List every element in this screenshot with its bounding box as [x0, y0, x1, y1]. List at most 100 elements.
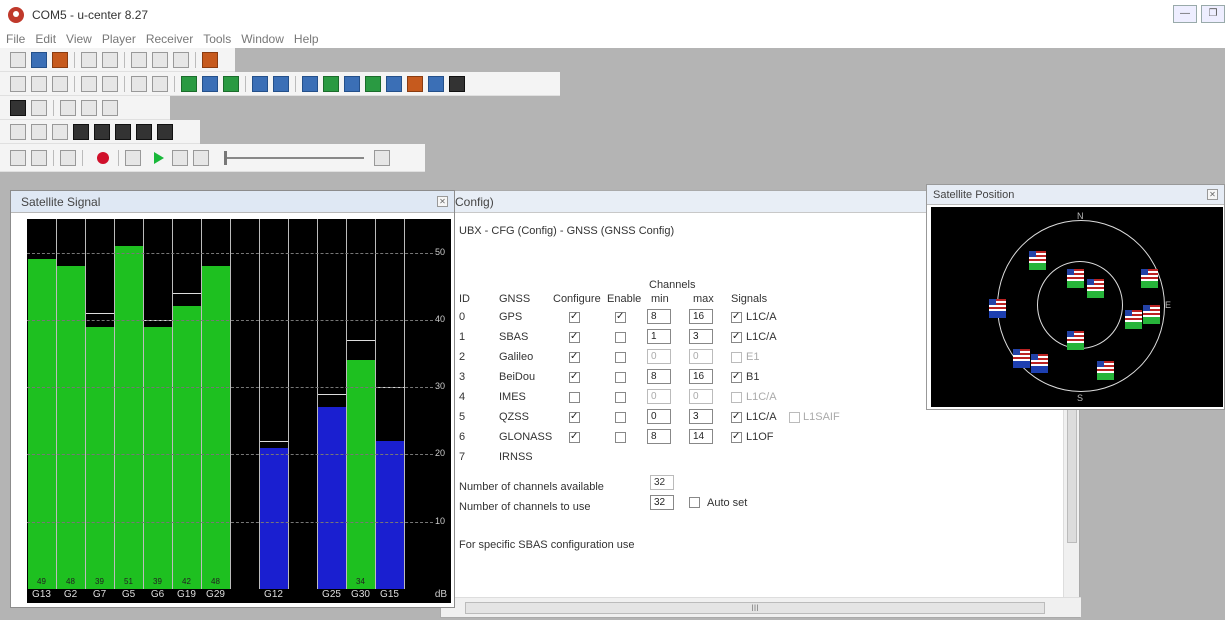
configure-checkbox[interactable] — [569, 371, 580, 383]
menu-window[interactable]: Window — [241, 32, 284, 46]
close-icon[interactable]: ✕ — [1207, 189, 1218, 200]
max-channels-field[interactable]: 16 — [689, 369, 713, 384]
view-icon-5[interactable] — [102, 75, 118, 92]
view-icon-7[interactable] — [152, 75, 168, 92]
stop-icon[interactable] — [31, 149, 47, 166]
max-channels-field[interactable]: 3 — [689, 409, 713, 424]
copy-icon[interactable] — [152, 51, 168, 68]
pause-icon[interactable] — [60, 149, 76, 166]
baudrate-icon[interactable] — [31, 99, 47, 116]
signal-checkbox[interactable] — [731, 411, 742, 423]
chart-icon-5[interactable] — [273, 75, 289, 92]
enable-checkbox[interactable] — [615, 352, 626, 363]
view-icon-4[interactable] — [81, 75, 97, 92]
enable-checkbox[interactable] — [615, 332, 626, 343]
min-channels-field[interactable]: 0 — [647, 389, 671, 404]
autobaud-icon[interactable] — [60, 99, 76, 116]
configure-checkbox[interactable] — [569, 331, 580, 343]
menu-edit[interactable]: Edit — [35, 32, 56, 46]
config-horizontal-scrollbar[interactable]: III — [441, 597, 1081, 617]
warm-start-icon[interactable] — [31, 123, 47, 140]
max-channels-field[interactable]: 14 — [689, 429, 713, 444]
restore-button[interactable]: ❐ — [1201, 5, 1225, 23]
view-icon-12[interactable] — [428, 75, 444, 92]
open-folder-icon[interactable] — [52, 51, 68, 68]
max-channels-field[interactable]: 0 — [689, 349, 713, 364]
signal-checkbox[interactable] — [731, 311, 742, 323]
signal-checkbox[interactable] — [731, 352, 742, 363]
satellite-signal-view-icon[interactable] — [302, 75, 318, 92]
view-icon-10[interactable] — [386, 75, 402, 92]
menu-player[interactable]: Player — [102, 32, 136, 46]
signal-checkbox[interactable] — [731, 392, 742, 403]
tools-icon[interactable] — [202, 51, 218, 68]
play-icon[interactable] — [154, 151, 164, 164]
min-channels-field[interactable]: 8 — [647, 369, 671, 384]
view-icon-6[interactable] — [131, 75, 147, 92]
configure-checkbox[interactable] — [569, 392, 580, 403]
min-channels-field[interactable]: 0 — [647, 349, 671, 364]
cold-start-icon[interactable] — [52, 123, 68, 140]
chart-icon-4[interactable] — [252, 75, 268, 92]
menu-help[interactable]: Help — [294, 32, 319, 46]
signal-checkbox[interactable] — [731, 331, 742, 343]
channels-use-field[interactable]: 32 — [650, 495, 674, 510]
menu-view[interactable]: View — [66, 32, 92, 46]
hot-start-icon[interactable] — [10, 123, 26, 140]
configure-checkbox[interactable] — [569, 411, 580, 423]
min-channels-field[interactable]: 8 — [647, 429, 671, 444]
paste-icon[interactable] — [173, 51, 189, 68]
configure-checkbox[interactable] — [569, 311, 580, 323]
enable-checkbox[interactable] — [615, 311, 626, 323]
configure-checkbox[interactable] — [569, 431, 580, 443]
min-channels-field[interactable]: 0 — [647, 409, 671, 424]
enable-checkbox[interactable] — [615, 372, 626, 383]
view-icon-11[interactable] — [407, 75, 423, 92]
menu-tools[interactable]: Tools — [203, 32, 231, 46]
satellite-position-view-icon[interactable] — [323, 75, 339, 92]
max-channels-field[interactable]: 0 — [689, 389, 713, 404]
min-channels-field[interactable]: 8 — [647, 309, 671, 324]
minimize-button[interactable]: — — [1173, 5, 1197, 23]
step-icon[interactable] — [125, 149, 141, 166]
receiver-icon-1[interactable] — [115, 123, 131, 140]
new-file-icon[interactable] — [10, 51, 26, 68]
view-icon-2[interactable] — [31, 75, 47, 92]
horizontal-scroll-thumb[interactable]: III — [465, 602, 1045, 614]
view-icon-9[interactable] — [365, 75, 381, 92]
menu-file[interactable]: File — [6, 32, 25, 46]
auto-set-checkbox[interactable] — [689, 497, 700, 508]
print-icon[interactable] — [81, 51, 97, 68]
max-channels-field[interactable]: 3 — [689, 329, 713, 344]
receiver-icon-2[interactable] — [136, 123, 152, 140]
chart-icon-2[interactable] — [202, 75, 218, 92]
print-preview-icon[interactable] — [102, 51, 118, 68]
view-icon-1[interactable] — [10, 75, 26, 92]
end-icon[interactable] — [374, 149, 390, 166]
signal-checkbox[interactable] — [789, 412, 800, 423]
configure-checkbox[interactable] — [569, 351, 580, 363]
close-icon[interactable]: ✕ — [437, 196, 448, 207]
cut-icon[interactable] — [131, 51, 147, 68]
view-icon-3[interactable] — [52, 75, 68, 92]
save-icon[interactable] — [31, 51, 47, 68]
view-icon-8[interactable] — [344, 75, 360, 92]
enable-checkbox[interactable] — [615, 412, 626, 423]
view-icon-13[interactable] — [449, 75, 465, 92]
download-icon[interactable] — [102, 99, 118, 116]
chart-icon-1[interactable] — [181, 75, 197, 92]
debug-icon[interactable] — [81, 99, 97, 116]
record-icon[interactable] — [97, 151, 109, 164]
skip-icon[interactable] — [193, 149, 209, 166]
signal-checkbox[interactable] — [731, 431, 742, 443]
playback-slider[interactable] — [224, 150, 364, 165]
receiver-icon-3[interactable] — [157, 123, 173, 140]
poll-icon[interactable] — [73, 123, 89, 140]
enable-checkbox[interactable] — [615, 432, 626, 443]
eject-icon[interactable] — [10, 149, 26, 166]
connection-icon[interactable] — [10, 99, 26, 116]
poll-all-icon[interactable] — [94, 123, 110, 140]
menu-receiver[interactable]: Receiver — [146, 32, 193, 46]
enable-checkbox[interactable] — [615, 392, 626, 403]
fast-forward-icon[interactable] — [172, 149, 188, 166]
